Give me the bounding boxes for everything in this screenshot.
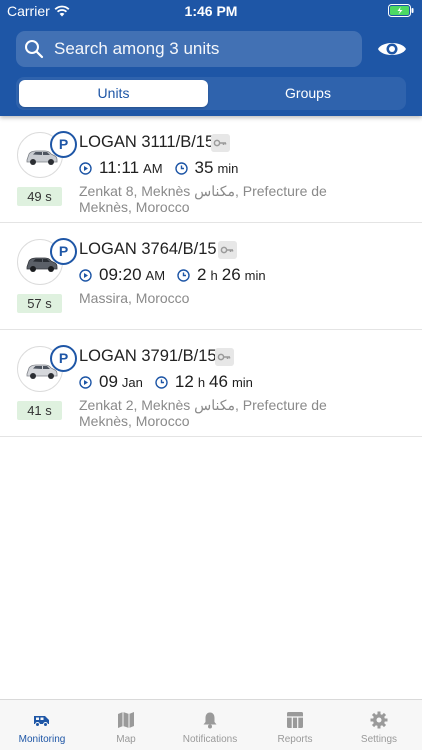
map-icon (118, 712, 134, 728)
event-time: 09:20 (99, 265, 142, 284)
key-icon (218, 241, 237, 259)
clock-icon (174, 161, 188, 175)
unit-address: Massira, Morocco (79, 290, 190, 306)
duration-minutes-value: 26 (221, 265, 241, 284)
tab-map[interactable]: Map (84, 700, 168, 750)
search-icon (25, 40, 44, 59)
search-field[interactable]: Search among 3 units (16, 31, 362, 67)
unit-address: Zenkat 8, Meknès مكناس, Prefecture de Me… (79, 183, 327, 215)
tab-settings[interactable]: Settings (337, 700, 421, 750)
duration-hours-value: 12 (174, 372, 194, 391)
play-circle-icon (79, 268, 92, 282)
tab-reports[interactable]: Reports (253, 700, 337, 750)
tab-label: Settings (360, 734, 398, 745)
tab-monitoring[interactable]: Monitoring (0, 700, 84, 750)
status-line: 11:11 AM 35 min (79, 158, 238, 178)
event-time-unit: Jan (121, 375, 143, 390)
duration-minutes-value: 46 (209, 372, 228, 391)
search-placeholder: Search among 3 units (54, 39, 220, 58)
status-bar: Carrier 1:46 PM (0, 0, 422, 22)
status-line: 09 Jan 12 h 46 min (79, 372, 253, 392)
tab-bar: Monitoring Map Notifications Reports Set… (0, 699, 422, 750)
clock-icon (155, 375, 168, 389)
last-update-badge: 49 s (17, 187, 62, 206)
event-time-unit: AM (145, 268, 166, 283)
duration-hours-unit: h (197, 375, 206, 390)
reports-icon (287, 712, 303, 728)
play-circle-icon (79, 375, 92, 389)
bell-icon (203, 712, 217, 729)
parked-badge: P (50, 345, 77, 372)
tab-label: Map (116, 734, 136, 745)
event-time: 11:11 (99, 158, 140, 177)
units-groups-segmented-control: Units Groups (16, 77, 406, 110)
tab-label: Monitoring (18, 734, 66, 745)
duration-unit: min (217, 161, 239, 176)
duration-value: 35 (194, 158, 214, 177)
gear-icon (370, 711, 388, 729)
unit-address: Zenkat 2, Meknès مكناس, Prefecture de Me… (79, 397, 327, 429)
parked-badge: P (50, 238, 77, 265)
duration-minutes-unit: min (231, 375, 253, 390)
duration-hours-unit: h (210, 268, 218, 283)
unit-name: LOGAN 3764/B/15 (79, 240, 217, 258)
segment-units[interactable]: Units (19, 80, 208, 107)
tab-notifications[interactable]: Notifications (168, 700, 252, 750)
unit-name: LOGAN 3111/B/15 (79, 133, 215, 151)
battery-icon (388, 4, 414, 17)
event-time: 09 (99, 372, 118, 391)
van-icon (34, 716, 49, 727)
header: Carrier 1:46 PM Search among 3 units Uni… (0, 0, 422, 116)
status-line: 09:20 AM 2 h 26 min (79, 265, 266, 285)
duration-minutes-unit: min (244, 268, 266, 283)
event-time-unit: AM (143, 161, 163, 176)
unit-list: P 49 s LOGAN 3111/B/15 11:11 AM 35 min Z… (0, 116, 422, 437)
play-circle-icon (79, 161, 92, 175)
last-update-badge: 41 s (17, 401, 62, 420)
duration-hours-value: 2 (197, 265, 207, 284)
tab-label: Reports (277, 734, 313, 745)
unit-name: LOGAN 3791/B/15 (79, 347, 217, 365)
segment-groups[interactable]: Groups (214, 80, 402, 107)
clock: 1:46 PM (184, 3, 238, 19)
unit-row[interactable]: P 41 s LOGAN 3791/B/15 09 Jan 12 h 46 mi… (0, 330, 422, 437)
tab-label: Notifications (182, 734, 238, 745)
key-icon (211, 134, 230, 152)
eye-icon[interactable] (377, 37, 407, 61)
unit-row[interactable]: P 49 s LOGAN 3111/B/15 11:11 AM 35 min Z… (0, 116, 422, 223)
key-icon (215, 348, 234, 366)
parked-badge: P (50, 131, 77, 158)
unit-row[interactable]: P 57 s LOGAN 3764/B/15 09:20 AM 2 h 26 m… (0, 223, 422, 330)
last-update-badge: 57 s (17, 294, 62, 313)
clock-icon (177, 268, 190, 282)
